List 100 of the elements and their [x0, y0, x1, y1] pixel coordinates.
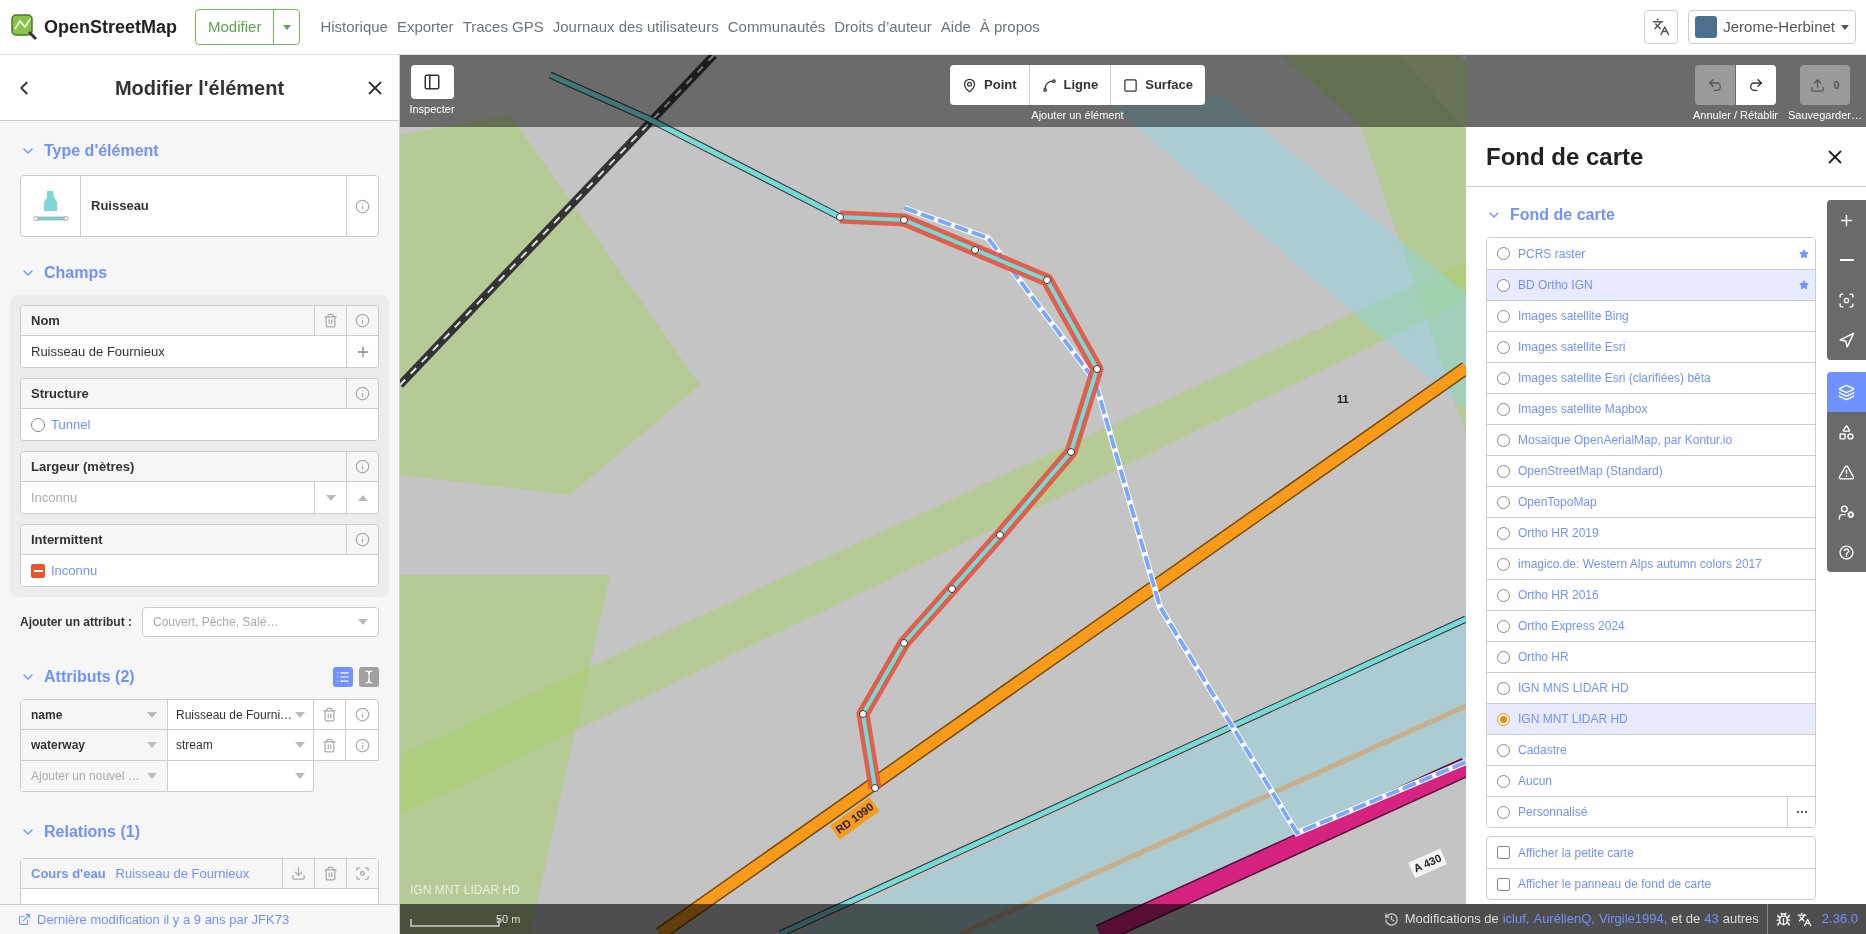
nav-link[interactable]: Traces GPS [462, 15, 544, 39]
radio-button[interactable] [1497, 588, 1510, 602]
nav-link[interactable]: Historique [320, 15, 388, 39]
radio-button[interactable] [1497, 805, 1510, 819]
radio-button[interactable] [1497, 278, 1510, 292]
radio-button[interactable] [1497, 619, 1510, 633]
radio-button[interactable] [1497, 743, 1510, 757]
radio-button[interactable] [1497, 712, 1510, 726]
section-toggle[interactable]: Attributs (2) [20, 665, 135, 689]
map-control-button[interactable] [1827, 320, 1866, 360]
bug-icon [1775, 911, 1791, 927]
radio-button[interactable] [1497, 557, 1510, 571]
upload-icon [1810, 77, 1826, 93]
mode-button[interactable]: Ligne [1028, 65, 1111, 105]
option-label: Aucun [1518, 773, 1554, 790]
option-label: Inconnu [51, 561, 98, 580]
info-icon [355, 386, 370, 401]
tag-key-field[interactable]: waterway [21, 730, 168, 760]
contributors-count-link[interactable]: 43 [1704, 909, 1719, 929]
option-label: Afficher le panneau de fond de carte [1518, 876, 1712, 893]
download-icon [291, 866, 306, 881]
caret-icon [295, 711, 305, 718]
radio-button[interactable] [31, 417, 45, 432]
radio-button[interactable] [1497, 247, 1510, 260]
contributors-label: et de [1671, 910, 1701, 929]
option-label: Ortho HR 2019 [1518, 525, 1600, 542]
user-link[interactable]: Virgile1994, [1598, 909, 1668, 929]
radio-button[interactable] [1497, 774, 1510, 788]
map-label: 11 [1336, 392, 1350, 407]
nav-link[interactable]: Droits d’auteur [834, 15, 932, 39]
selected-stream-line[interactable] [836, 210, 1104, 792]
language-button[interactable] [1644, 10, 1679, 44]
view-toggle[interactable] [359, 667, 379, 687]
redo-icon [1748, 77, 1764, 93]
nav-link[interactable]: Journaux des utilisateurs [552, 15, 719, 39]
pin-icon [962, 77, 978, 93]
checkbox[interactable] [1497, 877, 1510, 891]
radio-button[interactable] [1497, 650, 1510, 664]
translate-icon [1796, 911, 1812, 927]
option-label: Personnalisé [1518, 804, 1589, 821]
avatar [1695, 16, 1718, 38]
nav-link[interactable]: Communautés [727, 15, 826, 39]
user-settings-icon [1838, 503, 1855, 521]
list-icon [336, 670, 350, 684]
radio-button[interactable] [1497, 433, 1510, 447]
option-label: Tunnel [51, 415, 91, 434]
focus-icon [1838, 291, 1855, 309]
trash-icon [322, 737, 337, 753]
caret-icon [358, 619, 368, 625]
background-option[interactable]: Personnalisé [1487, 796, 1815, 827]
user-menu-button[interactable]: Jerome-Herbinet [1688, 10, 1856, 44]
tag-value-field[interactable]: Ruisseau de Fourni… [168, 700, 314, 729]
background-option[interactable]: BD Ortho IGN [1487, 269, 1815, 300]
field-label: Largeur (mètres) [30, 457, 136, 476]
panel-title: Fond de carte [1486, 141, 1645, 172]
mode-button[interactable]: Surface [1110, 65, 1205, 105]
radio-button[interactable] [1497, 681, 1510, 695]
map-control-button[interactable] [1827, 372, 1866, 412]
background-option[interactable]: IGN MNT LIDAR HD [1487, 703, 1815, 734]
site-title[interactable]: OpenStreetMap [44, 13, 178, 41]
preset-name: Ruisseau [90, 197, 150, 216]
radio-button[interactable] [1497, 309, 1510, 323]
tag-key-field[interactable]: name [21, 700, 168, 729]
radio-button[interactable] [1497, 464, 1510, 478]
radio-button[interactable] [1497, 495, 1510, 509]
section-toggle[interactable]: Champs [20, 261, 108, 285]
nav-link[interactable]: Aide [940, 15, 971, 39]
radio-button[interactable] [1497, 402, 1510, 416]
user-link[interactable]: AurélienQ, [1533, 909, 1595, 929]
mode-button[interactable]: Point [950, 65, 1029, 105]
section-toggle[interactable]: Relations (1) [20, 820, 140, 844]
tag-value-field[interactable]: stream [168, 730, 314, 760]
redo-button[interactable] [1736, 65, 1776, 105]
option-label: Images satellite Esri (clarifiées) bêta [1518, 370, 1712, 387]
relation-link[interactable]: Ruisseau de Fournieux [115, 863, 250, 884]
nav-link[interactable]: À propos [979, 15, 1040, 39]
focus-icon [355, 866, 370, 881]
user-link[interactable]: icluf, [1502, 909, 1530, 929]
section-toggle[interactable]: Fond de carte [1486, 203, 1615, 227]
inspect-button[interactable] [410, 65, 454, 99]
radio-button[interactable] [1497, 340, 1510, 354]
radio-button[interactable] [1497, 526, 1510, 540]
layers-icon [1838, 383, 1855, 401]
combo-field[interactable]: Couvert, Pêche, Salé… [142, 607, 379, 637]
tristate-checkbox[interactable] [31, 563, 45, 578]
field-label: Ajouter un attribut : [20, 614, 132, 631]
info-icon [355, 198, 370, 214]
history-link[interactable]: Dernière modification il y a 9 ans par JFK73 [37, 909, 290, 930]
section-toggle[interactable]: Type d'élément [20, 139, 159, 163]
view-toggle[interactable] [333, 667, 353, 687]
nav-link[interactable]: Exporter [396, 15, 454, 39]
checkbox[interactable] [1497, 846, 1510, 859]
map-control-button[interactable] [1827, 532, 1866, 572]
preset-card[interactable]: Ruisseau [20, 175, 379, 237]
option-label: Ortho Express 2024 [1518, 618, 1626, 635]
map-control-button[interactable] [1827, 412, 1866, 452]
radio-button[interactable] [1497, 371, 1510, 385]
map-data-icon [1838, 423, 1855, 441]
caret-icon [282, 24, 291, 30]
history-icon [1383, 911, 1399, 927]
